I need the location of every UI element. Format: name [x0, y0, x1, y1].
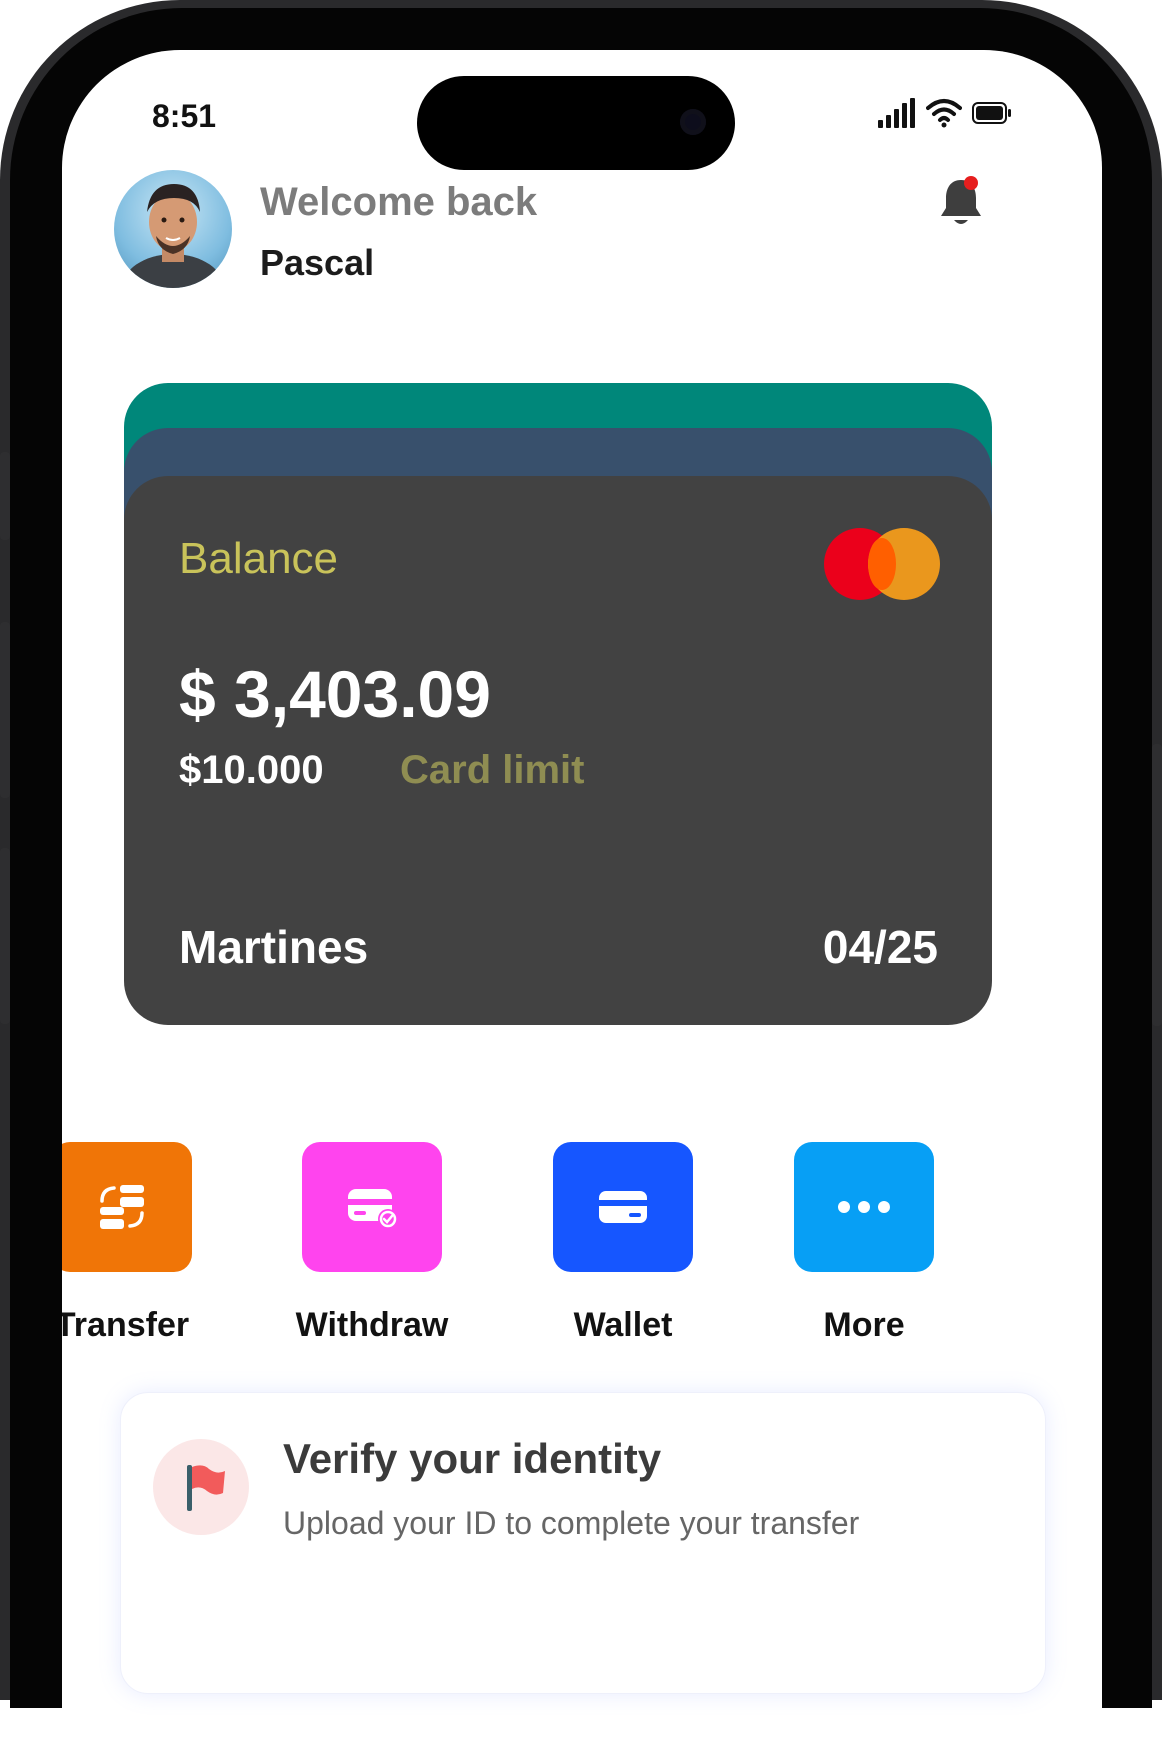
dynamic-island: [417, 76, 735, 170]
verify-identity-card[interactable]: Verify your identity Upload your ID to c…: [120, 1392, 1046, 1694]
volume-up-button: [0, 622, 10, 798]
wifi-icon: [926, 99, 962, 128]
status-icons: [878, 98, 1012, 128]
avatar[interactable]: [114, 170, 232, 288]
card-limit-label: Card limit: [400, 748, 585, 792]
more-label: More: [823, 1306, 905, 1344]
verify-title: Verify your identity: [283, 1435, 662, 1482]
balance-label: Balance: [179, 534, 339, 583]
notification-button[interactable]: [938, 174, 984, 230]
card-holder-name: Martines: [179, 921, 369, 973]
battery-icon: [972, 102, 1011, 124]
verify-subtitle: Upload your ID to complete your transfer: [283, 1505, 860, 1541]
wallet-action[interactable]: Wallet: [528, 1142, 718, 1345]
more-action[interactable]: More: [769, 1142, 959, 1345]
verify-icon-badge: [153, 1439, 249, 1535]
transfer-icon: [100, 1185, 144, 1229]
wallet-tile[interactable]: [553, 1142, 693, 1272]
user-name: Pascal: [260, 242, 375, 283]
signal-icon: [878, 98, 915, 128]
avatar-photo: [121, 184, 225, 288]
wallet-card-icon: [599, 1191, 647, 1223]
balance-card[interactable]: Balance $ 3,403.09 $10.000 Card limit Ma…: [124, 476, 992, 1025]
welcome-text: Welcome back: [260, 180, 538, 224]
transfer-tile[interactable]: [62, 1142, 192, 1272]
flag-icon: [187, 1465, 225, 1511]
transfer-action[interactable]: Transfer: [62, 1142, 217, 1345]
withdraw-card-icon: [348, 1189, 398, 1229]
transfer-label: Transfer: [62, 1306, 190, 1344]
volume-down-button: [0, 848, 10, 1024]
status-time: 8:51: [152, 98, 217, 134]
action-button: [0, 452, 10, 540]
balance-amount: $ 3,403.09: [179, 657, 491, 731]
mastercard-logo: [824, 528, 940, 600]
more-dots-icon: [838, 1201, 890, 1213]
bell-icon: [941, 176, 981, 224]
notification-dot: [964, 176, 978, 190]
front-camera: [680, 109, 706, 135]
withdraw-tile[interactable]: [302, 1142, 442, 1272]
more-tile[interactable]: [794, 1142, 934, 1272]
withdraw-label: Withdraw: [295, 1306, 449, 1344]
power-button: [1152, 744, 1162, 1026]
card-expiry: 04/25: [822, 921, 938, 973]
card-limit-amount: $10.000: [179, 748, 324, 792]
wallet-label: Wallet: [573, 1306, 673, 1344]
withdraw-action[interactable]: Withdraw: [277, 1142, 467, 1345]
